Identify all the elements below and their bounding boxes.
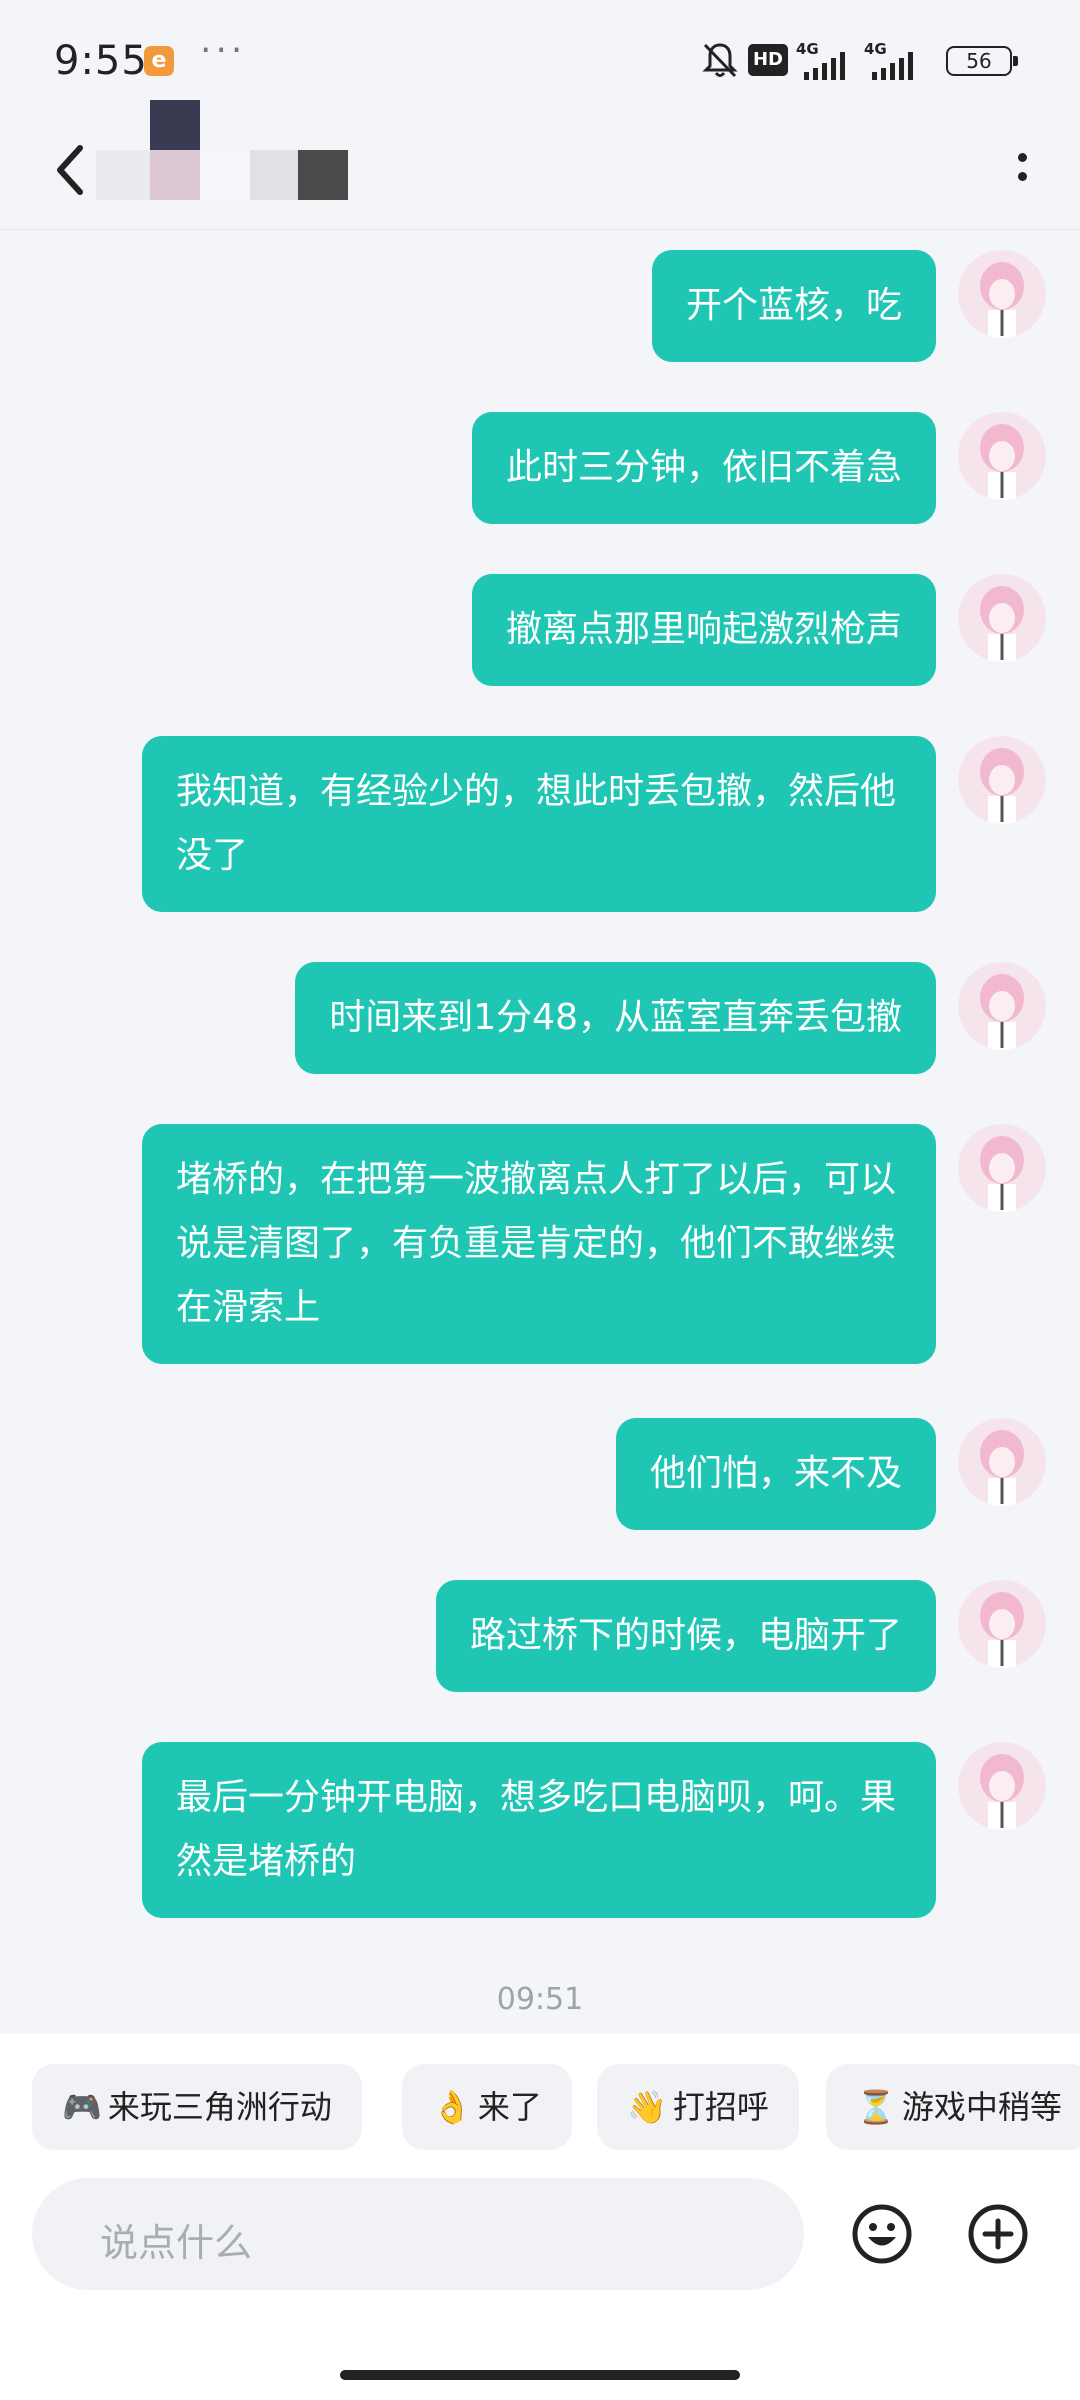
ok-hand-icon: 👌: [432, 2088, 472, 2126]
user-avatar[interactable]: [958, 1580, 1046, 1668]
status-time: 9:55: [54, 38, 148, 84]
home-indicator[interactable]: [340, 2370, 740, 2380]
user-avatar[interactable]: [958, 1418, 1046, 1506]
add-attachment-icon[interactable]: [966, 2202, 1030, 2266]
more-options-icon[interactable]: [1010, 148, 1034, 192]
quick-reply-chip[interactable]: 🎮 来玩三角洲行动: [32, 2064, 362, 2150]
hourglass-icon: ⏳: [856, 2088, 896, 2126]
waving-hand-icon: 👋: [627, 2088, 667, 2126]
status-icons: HD 4G 4G 56: [676, 40, 1018, 84]
signal-icon-sim2: 4G: [864, 40, 924, 84]
message-bubble[interactable]: 我知道，有经验少的，想此时丢包撤，然后他没了: [142, 736, 936, 912]
message-input[interactable]: 说点什么: [32, 2178, 804, 2290]
back-arrow-icon[interactable]: [50, 140, 90, 200]
quick-reply-label: 来玩三角洲行动: [107, 2088, 332, 2126]
message-bubble[interactable]: 他们怕，来不及: [615, 1418, 936, 1530]
message-bubble[interactable]: 时间来到1分48，从蓝室直奔丢包撤: [295, 962, 936, 1074]
pixel-block: [150, 100, 200, 150]
pixel-block: [150, 150, 200, 200]
user-avatar[interactable]: [958, 1742, 1046, 1830]
user-avatar[interactable]: [958, 250, 1046, 338]
pixel-block: [250, 150, 298, 200]
quick-reply-label: 来了: [477, 2088, 542, 2126]
message-bubble[interactable]: 堵桥的，在把第一波撤离点人打了以后，可以说是清图了，有负重是肯定的，他们不敢继续…: [142, 1124, 936, 1364]
message-bubble[interactable]: 开个蓝核，吃: [651, 250, 936, 362]
quick-reply-chip[interactable]: ⏳ 游戏中稍等: [826, 2064, 1080, 2150]
pixel-block: [298, 150, 348, 200]
chat-header: [0, 100, 1080, 230]
emoji-icon[interactable]: [850, 2202, 914, 2266]
quick-reply-label: 打招呼: [672, 2088, 769, 2126]
input-placeholder: 说点什么: [100, 2221, 253, 2265]
message-timestamp: 09:51: [496, 1982, 584, 2017]
message-bubble[interactable]: 最后一分钟开电脑，想多吃口电脑呗，呵。果然是堵桥的: [142, 1742, 936, 1918]
quick-reply-chip[interactable]: 👋 打招呼: [597, 2064, 799, 2150]
pixel-block: [200, 150, 250, 200]
message-bubble[interactable]: 撤离点那里响起激烈枪声: [471, 574, 936, 686]
contact-name-pixelated[interactable]: [96, 100, 356, 200]
battery-icon: 56: [946, 46, 1018, 76]
message-bubble[interactable]: 此时三分钟，依旧不着急: [471, 412, 936, 524]
user-avatar[interactable]: [958, 412, 1046, 500]
user-avatar[interactable]: [958, 1124, 1046, 1212]
more-notifications-icon: ···: [200, 30, 247, 71]
compose-panel: 🎮 来玩三角洲行动 👌 来了 👋 打招呼 ⏳ 游戏中稍等 说点什么: [0, 2034, 1080, 2400]
game-controller-icon: 🎮: [62, 2088, 102, 2126]
user-avatar[interactable]: [958, 962, 1046, 1050]
hd-voice-icon: HD: [748, 44, 788, 76]
user-avatar[interactable]: [958, 574, 1046, 662]
pixel-block: [96, 150, 150, 200]
quick-reply-label: 游戏中稍等: [901, 2088, 1062, 2126]
mute-bell-icon: [702, 43, 738, 78]
quick-reply-chip[interactable]: 👌 来了: [402, 2064, 572, 2150]
user-avatar[interactable]: [958, 736, 1046, 824]
message-bubble[interactable]: 路过桥下的时候，电脑开了: [435, 1580, 936, 1692]
app-notification-icon: e: [144, 46, 174, 76]
signal-icon-sim1: 4G: [796, 40, 856, 84]
quick-reply-bar[interactable]: 🎮 来玩三角洲行动 👌 来了 👋 打招呼 ⏳ 游戏中稍等: [32, 2064, 1080, 2150]
